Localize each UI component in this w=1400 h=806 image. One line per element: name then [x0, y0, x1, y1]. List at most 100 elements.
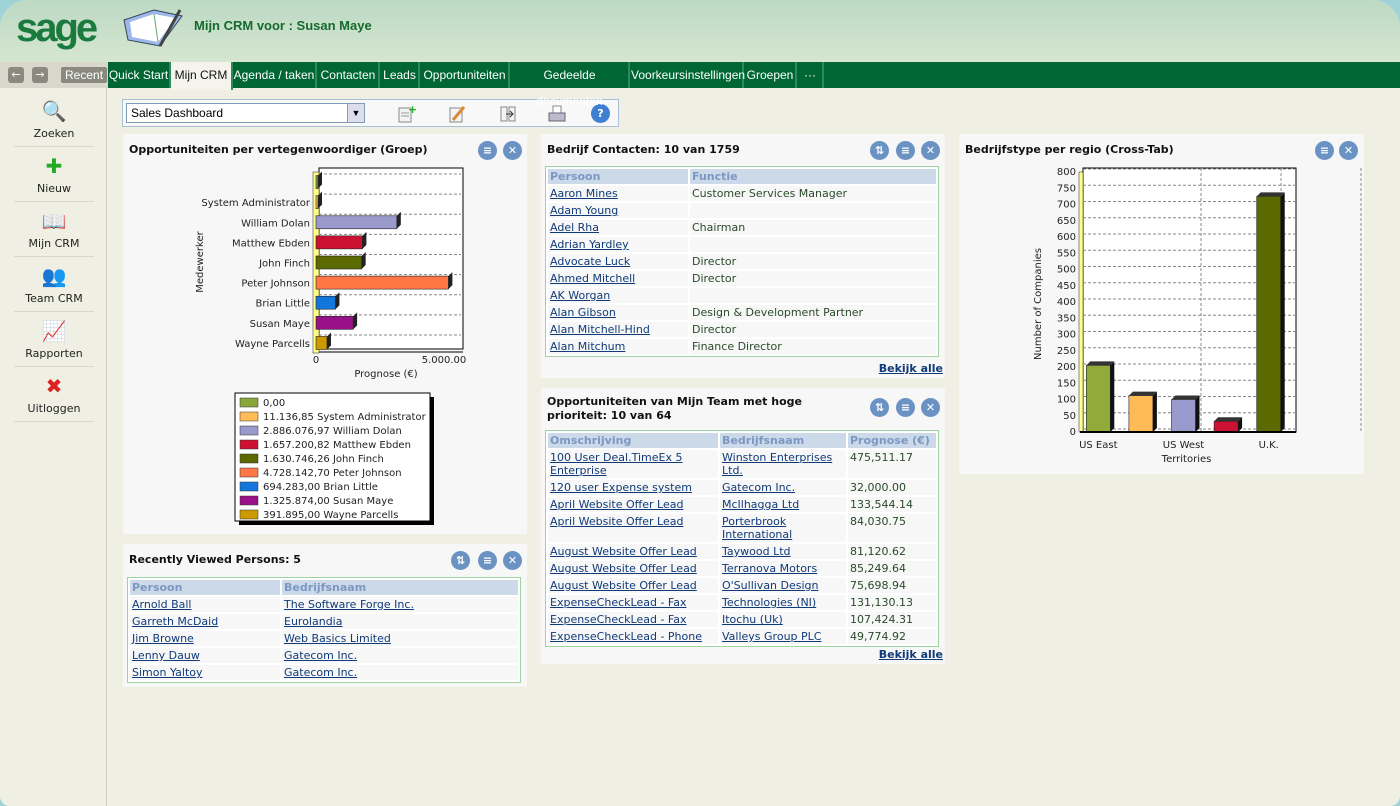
- sidebar-item-zoeken[interactable]: 🔍 Zoeken: [14, 93, 94, 147]
- tab-4[interactable]: Leads: [381, 62, 420, 88]
- row-link[interactable]: Adam Young: [550, 204, 618, 217]
- row-link[interactable]: Lenny Dauw: [132, 649, 200, 662]
- sidebar-item-mijn-crm[interactable]: 📖 Mijn CRM: [14, 203, 94, 257]
- tab-0[interactable]: Quick Start: [108, 62, 171, 88]
- y-tick-label: 150: [1057, 378, 1076, 389]
- row-link[interactable]: Alan Mitchum: [550, 340, 625, 353]
- bar: [1256, 196, 1282, 433]
- bar: [315, 295, 336, 310]
- row-link[interactable]: Adrian Yardley: [550, 238, 629, 251]
- tab-5[interactable]: Opportuniteiten: [421, 62, 510, 88]
- row-link[interactable]: ExpenseCheckLead - Phone: [550, 630, 702, 643]
- row-link[interactable]: Advocate Luck: [550, 255, 630, 268]
- sort-icon[interactable]: ⇅: [870, 398, 889, 417]
- row-link[interactable]: McIlhagga Ltd: [722, 498, 799, 511]
- column-header[interactable]: Omschrijving: [548, 433, 718, 448]
- back-button[interactable]: ←: [8, 67, 24, 83]
- column-header[interactable]: Persoon: [130, 580, 280, 595]
- tab-9[interactable]: ···: [798, 62, 824, 88]
- table-cell: [690, 203, 936, 218]
- row-link[interactable]: Jim Browne: [132, 632, 194, 645]
- tab-3[interactable]: Contacten: [318, 62, 380, 88]
- chevron-down-icon[interactable]: ▼: [347, 104, 364, 122]
- row-link[interactable]: Gatecom Inc.: [284, 649, 357, 662]
- row-link[interactable]: Alan Gibson: [550, 306, 616, 319]
- y-tick-label: 500: [1057, 265, 1076, 276]
- options-icon[interactable]: ≡: [896, 398, 915, 417]
- options-icon[interactable]: ≡: [478, 551, 497, 570]
- row-link[interactable]: August Website Offer Lead: [550, 579, 697, 592]
- row-link[interactable]: Garreth McDaid: [132, 615, 218, 628]
- dashboard-select[interactable]: Sales Dashboard ▼: [126, 103, 365, 123]
- row-link[interactable]: Valleys Group PLC: [722, 630, 821, 643]
- column-header[interactable]: Bedrijfsnaam: [720, 433, 846, 448]
- forward-button[interactable]: →: [32, 67, 48, 83]
- table-cell: Valleys Group PLC: [720, 629, 846, 644]
- view-all-opportunities-link[interactable]: Bekijk alle: [879, 648, 943, 661]
- my-crm-icon: 📖: [41, 209, 67, 233]
- sort-icon[interactable]: ⇅: [870, 141, 889, 160]
- sidebar-item-uitloggen[interactable]: ✖ Uitloggen: [14, 368, 94, 422]
- bar: [315, 316, 354, 330]
- row-link[interactable]: Alan Mitchell-Hind: [550, 323, 650, 336]
- row-link[interactable]: April Website Offer Lead: [550, 515, 683, 528]
- row-link[interactable]: Aaron Mines: [550, 187, 618, 200]
- edit-icon[interactable]: [447, 104, 467, 124]
- row-link[interactable]: August Website Offer Lead: [550, 545, 697, 558]
- row-link[interactable]: 120 user Expense system: [550, 481, 692, 494]
- row-link[interactable]: 100 User Deal.TimeEx 5 Enterprise: [550, 451, 682, 477]
- options-icon[interactable]: ≡: [896, 141, 915, 160]
- column-header[interactable]: Prognose (€): [848, 433, 936, 448]
- sidebar-item-nieuw[interactable]: ✚ Nieuw: [14, 148, 94, 202]
- tab-2[interactable]: Agenda / taken: [233, 62, 317, 88]
- row-link[interactable]: Gatecom Inc.: [284, 666, 357, 679]
- row-link[interactable]: AK Worgan: [550, 289, 610, 302]
- row-link[interactable]: Simon Yaltoy: [132, 666, 203, 679]
- row-link[interactable]: Itochu (Uk): [722, 613, 783, 626]
- row-link[interactable]: Taywood Ltd: [722, 545, 791, 558]
- row-link[interactable]: The Software Forge Inc.: [284, 598, 414, 611]
- view-all-contacts-link[interactable]: Bekijk alle: [879, 362, 943, 375]
- tab-8[interactable]: Groepen: [745, 62, 797, 88]
- row-link[interactable]: Technologies (NI): [722, 596, 816, 609]
- tab-1[interactable]: Mijn CRM: [171, 62, 233, 90]
- add-gadget-icon[interactable]: +: [396, 104, 416, 124]
- row-link[interactable]: ExpenseCheckLead - Fax: [550, 596, 686, 609]
- close-icon[interactable]: ✕: [921, 398, 940, 417]
- row-link[interactable]: Winston Enterprises Ltd.: [722, 451, 832, 477]
- close-icon[interactable]: ✕: [503, 551, 522, 570]
- close-icon[interactable]: ✕: [921, 141, 940, 160]
- sidebar-item-label: Zoeken: [33, 127, 75, 140]
- table-cell: Gatecom Inc.: [282, 648, 518, 663]
- row-link[interactable]: Arnold Ball: [132, 598, 192, 611]
- tab-6[interactable]: Gedeelde documenten: [511, 62, 630, 108]
- x-tick-label: 0: [313, 355, 319, 366]
- sort-icon[interactable]: ⇅: [451, 551, 470, 570]
- table-cell: AK Worgan: [548, 288, 688, 303]
- column-header[interactable]: Functie: [690, 169, 936, 184]
- table-cell: Web Basics Limited: [282, 631, 518, 646]
- sidebar-item-team-crm[interactable]: 👥 Team CRM: [14, 258, 94, 312]
- column-header[interactable]: Persoon: [548, 169, 688, 184]
- layout-icon[interactable]: [498, 104, 518, 124]
- row-link[interactable]: Gatecom Inc.: [722, 481, 795, 494]
- row-link[interactable]: Terranova Motors: [722, 562, 817, 575]
- row-link[interactable]: Web Basics Limited: [284, 632, 391, 645]
- row-link[interactable]: ExpenseCheckLead - Fax: [550, 613, 686, 626]
- column-header[interactable]: Bedrijfsnaam: [282, 580, 518, 595]
- row-link[interactable]: Porterbrook International: [722, 515, 792, 541]
- row-link[interactable]: O'Sullivan Design: [722, 579, 819, 592]
- table-cell: Director: [690, 322, 936, 337]
- recent-button[interactable]: Recent: [61, 67, 108, 83]
- cell-text: 107,424.31: [850, 613, 913, 626]
- row-link[interactable]: Adel Rha: [550, 221, 599, 234]
- row-link[interactable]: April Website Offer Lead: [550, 498, 683, 511]
- sidebar-item-rapporten[interactable]: 📈 Rapporten: [14, 313, 94, 367]
- table-row: April Website Offer Lead Porterbrook Inte…: [548, 514, 936, 542]
- row-link[interactable]: Eurolandia: [284, 615, 342, 628]
- team-opportunities-panel: Opportuniteiten van Mijn Team met hoge p…: [541, 388, 945, 664]
- row-link[interactable]: Ahmed Mitchell: [550, 272, 635, 285]
- row-link[interactable]: August Website Offer Lead: [550, 562, 697, 575]
- tab-7[interactable]: Voorkeursinstellingen: [631, 62, 745, 88]
- table-cell: Jim Browne: [130, 631, 280, 646]
